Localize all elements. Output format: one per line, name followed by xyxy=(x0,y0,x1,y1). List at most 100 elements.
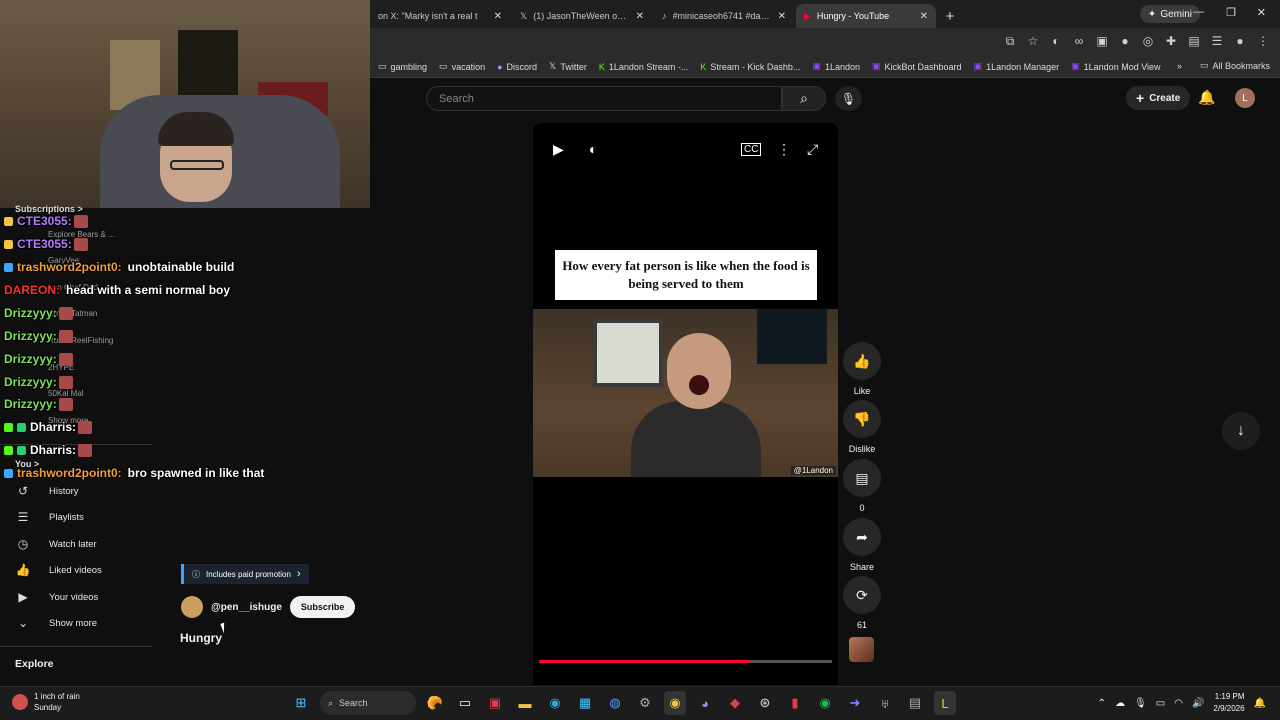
bookmark-discord[interactable]: ● Discord xyxy=(497,62,537,72)
sidebar-icon[interactable]: ▤ xyxy=(1187,34,1201,49)
close-icon[interactable]: ✕ xyxy=(494,11,502,22)
bookmark-vacation[interactable]: ▭ vacation xyxy=(439,61,485,72)
remix-action[interactable]: ⟳ 61 xyxy=(842,576,882,630)
fullscreen-icon[interactable]: ⤢ xyxy=(807,141,818,158)
next-short-button[interactable]: ↓ xyxy=(1222,412,1260,450)
short-title[interactable]: Hungry xyxy=(180,631,222,645)
app-icon[interactable]: ➜ xyxy=(844,691,866,715)
close-icon[interactable]: ✕ xyxy=(778,11,786,22)
thumbs-up-icon[interactable]: 👍 xyxy=(843,342,881,380)
browser-tab[interactable]: on X: "Marky isn't a real t ✕ xyxy=(370,4,510,28)
subscriptions-heading[interactable]: Subscriptions > xyxy=(15,204,83,214)
extension-icon[interactable]: ∞ xyxy=(1072,34,1086,49)
paid-promotion-badge[interactable]: ⓘ Includes paid promotion › xyxy=(181,564,309,584)
bookmark-1landon[interactable]: ▣ 1Landon xyxy=(812,61,860,72)
extension-icon[interactable]: ◎ xyxy=(1141,34,1155,49)
sound-thumbnail[interactable] xyxy=(849,637,874,662)
app-icon[interactable]: ◍ xyxy=(604,691,626,715)
chevron-up-icon[interactable]: ⌃ xyxy=(1098,698,1106,709)
file-explorer-icon[interactable]: ▬ xyxy=(514,691,536,715)
voice-search-button[interactable]: 🎙 xyxy=(835,86,862,111)
like-action[interactable]: 👍 Like xyxy=(842,342,882,396)
comment-icon[interactable]: ▤ xyxy=(843,459,881,497)
star-icon[interactable]: ☆ xyxy=(1026,34,1040,49)
volume-icon[interactable]: 🔊 xyxy=(1192,698,1204,709)
bookmark-kick-dashboard[interactable]: K Stream - Kick Dashb... xyxy=(700,62,800,72)
close-window-icon[interactable]: ✕ xyxy=(1257,6,1266,19)
app-icon[interactable]: ◆ xyxy=(724,691,746,715)
progress-bar[interactable] xyxy=(539,660,832,663)
new-tab-button[interactable]: + xyxy=(938,4,962,28)
gemini-button[interactable]: ✦ Gemini xyxy=(1139,5,1200,23)
bookmark-kickbot[interactable]: ▣ KickBot Dashboard xyxy=(872,61,962,72)
browser-tab[interactable]: 𝕏 (1) JasonTheWeen on X: "https: ✕ xyxy=(512,4,652,28)
chrome-icon[interactable]: ◉ xyxy=(664,691,686,715)
search-input[interactable]: Search xyxy=(426,86,782,111)
network-icon[interactable]: ☁ xyxy=(1115,698,1125,709)
channel-name[interactable]: @pen__ishuge xyxy=(211,602,282,613)
sidebar-item-your-videos[interactable]: ▶ Your videos xyxy=(15,590,98,604)
discord-icon[interactable]: ◕ xyxy=(694,691,716,715)
dislike-action[interactable]: 👎 Dislike xyxy=(842,400,882,454)
app-icon[interactable]: ▣ xyxy=(484,691,506,715)
weather-widget[interactable]: 1 inch of rain Sunday xyxy=(12,691,80,713)
minimize-icon[interactable]: — xyxy=(1193,6,1204,18)
menu-icon[interactable]: ☰ xyxy=(1210,34,1224,49)
bookmark-mod-view[interactable]: ▣ 1Landon Mod View xyxy=(1071,61,1160,72)
play-icon[interactable]: ▶ xyxy=(553,141,564,158)
app-icon[interactable]: ▤ xyxy=(904,691,926,715)
profile-icon[interactable]: ● xyxy=(1233,34,1247,49)
bookmark-gambling[interactable]: ▭ gambling xyxy=(378,61,427,72)
browser-tab[interactable]: ♪ #minicaseoh6741 #dance | dan ✕ xyxy=(654,4,794,28)
share-icon[interactable]: ➦ xyxy=(843,518,881,556)
create-button[interactable]: + Create xyxy=(1126,86,1191,110)
comments-action[interactable]: ▤ 0 xyxy=(842,459,882,513)
clock[interactable]: 1:19 PM 2/9/2026 xyxy=(1213,691,1244,715)
search-highlight-icon[interactable]: 🥐 xyxy=(424,691,446,715)
bookmark-manager[interactable]: ▣ 1Landon Manager xyxy=(974,61,1060,72)
settings-icon[interactable]: ⚙ xyxy=(634,691,656,715)
sidebar-item-history[interactable]: ↺ History xyxy=(15,484,79,498)
share-action[interactable]: ➦ Share xyxy=(842,518,882,572)
captions-icon[interactable]: CC xyxy=(741,143,762,156)
mic-icon[interactable]: 🎙 xyxy=(1134,698,1147,709)
sidebar-item-liked-videos[interactable]: 👍 Liked videos xyxy=(15,563,102,577)
close-icon[interactable]: ✕ xyxy=(920,11,928,22)
extension-icon[interactable]: ◐ xyxy=(1049,34,1063,49)
kebab-menu-icon[interactable]: ⋮ xyxy=(1256,34,1270,49)
spotify-icon[interactable]: ◉ xyxy=(814,691,836,715)
extension-icon[interactable]: ● xyxy=(1118,34,1132,49)
app-icon[interactable]: ⊛ xyxy=(754,691,776,715)
twitch-icon[interactable]: ▣ xyxy=(1095,34,1109,49)
channel-avatar[interactable] xyxy=(181,596,203,618)
browser-tab-active[interactable]: ▶ Hungry - YouTube ✕ xyxy=(796,4,936,28)
edge-icon[interactable]: ◉ xyxy=(544,691,566,715)
volume-icon[interactable]: ◐ xyxy=(589,141,597,157)
windows-start-icon[interactable]: ⊞ xyxy=(290,691,312,715)
app-icon[interactable]: ♅ xyxy=(874,691,896,715)
close-icon[interactable]: ✕ xyxy=(636,11,644,22)
notifications-icon[interactable]: 🔔 xyxy=(1254,698,1266,709)
app-icon[interactable]: L xyxy=(934,691,956,715)
sidebar-item-playlists[interactable]: ☰ Playlists xyxy=(15,510,84,524)
sidebar-item-show-more[interactable]: ⌄ Show more xyxy=(15,616,97,630)
bookmark-stream[interactable]: K 1Landon Stream -... xyxy=(599,62,689,72)
subscribe-button[interactable]: Subscribe xyxy=(289,596,356,618)
all-bookmarks[interactable]: » ▭ All Bookmarks xyxy=(1177,60,1270,71)
app-icon[interactable]: ▮ xyxy=(784,691,806,715)
shorts-player[interactable]: ▶ ◐ CC ⋮ ⤢ How every fat person is like … xyxy=(533,123,838,685)
taskbar-search[interactable]: ⌕ Search xyxy=(320,691,416,715)
task-view-icon[interactable]: ▭ xyxy=(454,691,476,715)
notifications-icon[interactable]: 🔔 xyxy=(1198,89,1215,106)
display-icon[interactable]: ▭ xyxy=(1156,698,1165,709)
remix-icon[interactable]: ⟳ xyxy=(843,576,881,614)
bookmark-twitter[interactable]: 𝕏 Twitter xyxy=(549,61,587,72)
install-icon[interactable]: ⧉ xyxy=(1003,34,1017,49)
avatar[interactable]: L xyxy=(1235,88,1255,108)
more-options-icon[interactable]: ⋮ xyxy=(777,141,791,158)
puzzle-icon[interactable]: ✚ xyxy=(1164,34,1178,49)
store-icon[interactable]: ▦ xyxy=(574,691,596,715)
thumbs-down-icon[interactable]: 👎 xyxy=(843,400,881,438)
sidebar-item-watch-later[interactable]: ◷ Watch later xyxy=(15,537,97,551)
restore-icon[interactable]: ❐ xyxy=(1226,6,1236,19)
